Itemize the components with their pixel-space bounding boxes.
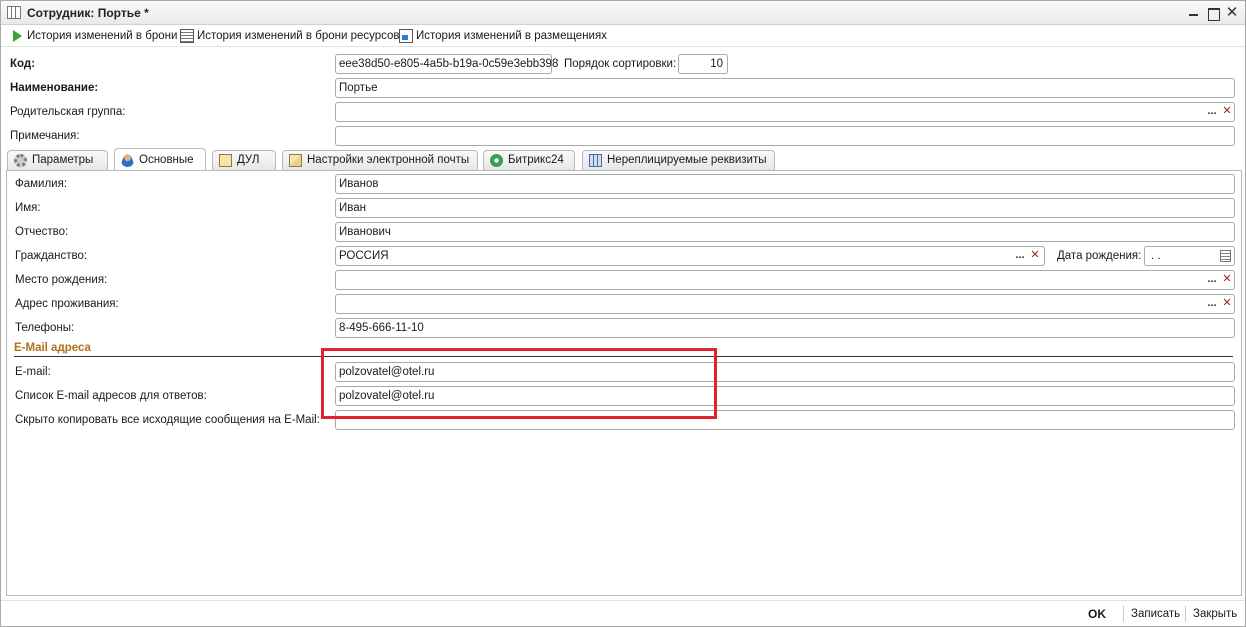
tab-parameters-label: Параметры	[32, 154, 94, 166]
address-label: Адрес проживания:	[15, 298, 119, 310]
tab-parameters[interactable]: Параметры	[7, 150, 108, 170]
birth-place-field[interactable]: ... ✕	[335, 270, 1235, 290]
close-window-button[interactable]: ✕	[1223, 4, 1241, 22]
tab-email-settings-label: Настройки электронной почты	[307, 154, 470, 166]
calendar-icon[interactable]	[1220, 250, 1231, 262]
phones-value: 8-495-666-11-10	[339, 322, 424, 334]
placement-history-label: История изменений в размещениях	[416, 30, 607, 42]
birth-place-label: Место рождения:	[15, 274, 108, 286]
clear-birth-place-button[interactable]: ✕	[1220, 272, 1234, 288]
footer-bar: OK Записать Закрыть	[1, 600, 1245, 627]
sort-order-field[interactable]: 10	[678, 54, 728, 74]
first-name-label: Имя:	[15, 202, 41, 214]
mail-settings-icon	[289, 154, 302, 167]
minimize-button[interactable]	[1185, 4, 1203, 22]
name-field[interactable]: Портье	[335, 78, 1235, 98]
clear-parent-button[interactable]: ✕	[1220, 104, 1234, 120]
sort-order-value: 10	[710, 58, 723, 70]
birth-date-field[interactable]: . .	[1144, 246, 1235, 266]
last-name-label: Фамилия:	[15, 178, 68, 190]
ok-button[interactable]: OK	[1088, 606, 1106, 622]
patronymic-label: Отчество:	[15, 226, 69, 238]
parent-group-label: Родительская группа:	[10, 106, 126, 118]
last-name-field[interactable]: Иванов	[335, 174, 1235, 194]
birth-date-label: Дата рождения:	[1057, 250, 1142, 262]
play-icon	[13, 30, 22, 42]
address-field[interactable]: ... ✕	[335, 294, 1235, 314]
reply-addresses-label: Список E-mail адресов для ответов:	[15, 390, 207, 402]
tab-id-document[interactable]: ДУЛ	[212, 150, 276, 170]
select-address-button[interactable]: ...	[1205, 296, 1219, 312]
parent-group-field[interactable]: ... ✕	[335, 102, 1235, 122]
window-title: Сотрудник: Портье *	[27, 6, 149, 20]
code-field[interactable]: eee38d50-e805-4a5b-b19a-0c59e3ebb398	[335, 54, 558, 74]
network-icon	[589, 154, 602, 167]
footer-separator	[1185, 606, 1186, 622]
email-section-title: E-Mail адреса	[14, 342, 91, 354]
select-birth-place-button[interactable]: ...	[1205, 272, 1219, 288]
close-button[interactable]: Закрыть	[1193, 606, 1237, 622]
notes-field[interactable]	[335, 126, 1235, 146]
employee-window: Сотрудник: Портье * ✕ История изменений …	[0, 0, 1246, 627]
patronymic-value: Иванович	[339, 226, 391, 238]
first-name-field[interactable]: Иван	[335, 198, 1235, 218]
booking-history-label: История изменений в брони	[27, 30, 178, 42]
notes-label: Примечания:	[10, 130, 80, 142]
birth-date-value: . .	[1151, 250, 1161, 262]
clear-address-button[interactable]: ✕	[1220, 296, 1234, 312]
first-name-value: Иван	[339, 202, 366, 214]
id-document-icon	[219, 154, 232, 167]
title-bar: Сотрудник: Портье * ✕	[1, 1, 1245, 25]
email-label: E-mail:	[15, 366, 51, 378]
tab-main[interactable]: Основные	[114, 148, 206, 171]
tab-bitrix24[interactable]: Битрикс24	[483, 150, 575, 170]
code-value: eee38d50-e805-4a5b-b19a-0c59e3ebb398	[339, 58, 559, 70]
citizenship-field[interactable]: РОССИЯ ... ✕	[335, 246, 1045, 266]
code-label: Код:	[10, 58, 36, 70]
tab-main-label: Основные	[139, 154, 194, 166]
toolbar: История изменений в брони История измене…	[1, 26, 1245, 47]
table-icon	[180, 29, 194, 43]
maximize-button[interactable]	[1204, 4, 1222, 22]
highlight-box	[321, 348, 717, 419]
select-parent-button[interactable]: ...	[1205, 104, 1219, 120]
sort-order-label: Порядок сортировки:	[564, 58, 677, 70]
citizenship-label: Гражданство:	[15, 250, 88, 262]
bcc-label: Скрыто копировать все исходящие сообщени…	[15, 414, 320, 426]
bitrix24-icon	[490, 154, 503, 167]
tab-non-replicated[interactable]: Нереплицируемые реквизиты	[582, 150, 775, 170]
history-icon	[399, 29, 413, 43]
tab-email-settings[interactable]: Настройки электронной почты	[282, 150, 478, 170]
tab-id-document-label: ДУЛ	[237, 154, 260, 166]
phones-label: Телефоны:	[15, 322, 75, 334]
name-value: Портье	[339, 82, 378, 94]
footer-separator	[1123, 606, 1124, 622]
tab-non-replicated-label: Нереплицируемые реквизиты	[607, 154, 767, 166]
catalog-icon	[7, 6, 21, 19]
select-citizenship-button[interactable]: ...	[1013, 248, 1027, 264]
name-label: Наименование:	[10, 82, 99, 94]
tab-bitrix24-label: Битрикс24	[508, 154, 564, 166]
phones-field[interactable]: 8-495-666-11-10	[335, 318, 1235, 338]
clear-citizenship-button[interactable]: ✕	[1028, 248, 1042, 264]
save-button[interactable]: Записать	[1131, 606, 1180, 622]
patronymic-field[interactable]: Иванович	[335, 222, 1235, 242]
user-icon	[121, 154, 134, 167]
resource-booking-history-label: История изменений в брони ресурсов	[197, 30, 400, 42]
last-name-value: Иванов	[339, 178, 379, 190]
gear-icon	[14, 154, 27, 167]
citizenship-value: РОССИЯ	[339, 250, 389, 262]
